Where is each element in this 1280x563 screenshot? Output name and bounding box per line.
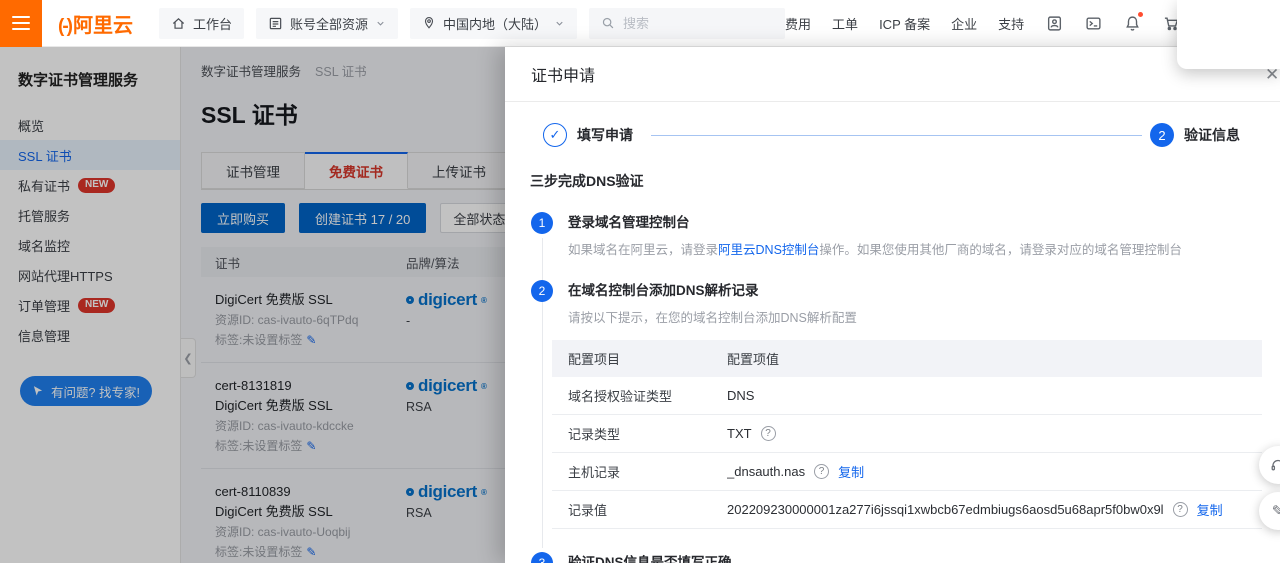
- wizard-steps: ✓ 填写申请 2 验证信息: [543, 123, 1250, 147]
- copy-record-value-link[interactable]: 复制: [1197, 500, 1223, 519]
- search-icon: [602, 17, 614, 29]
- verify-type-value: DNS: [727, 388, 755, 403]
- nav-link-support[interactable]: 支持: [998, 14, 1024, 33]
- headset-icon: [1271, 459, 1280, 471]
- help-icon[interactable]: ?: [814, 464, 830, 479]
- cert-application-drawer: 证书申请 ✕ ✓ 填写申请 2 验证信息 三步完成DNS验证 1 登录域名管理控…: [505, 47, 1280, 563]
- dns-step-3: 3 验证DNS信息是否填写正确: [531, 552, 1280, 563]
- nav-link-billing[interactable]: 费用: [785, 14, 811, 33]
- wizard-step1-label: 填写申请: [577, 127, 633, 143]
- dns-console-link[interactable]: 阿里云DNS控制台: [718, 243, 819, 257]
- account-scope-label: 账号全部资源: [290, 16, 369, 32]
- global-search-box[interactable]: [589, 7, 786, 39]
- record-value-value: 202209230000001za277i6jssqi1xwbcb67edmbi…: [727, 502, 1164, 517]
- config-row-record-type: 记录类型 TXT ?: [552, 415, 1262, 453]
- workbench-button[interactable]: 工作台: [158, 7, 244, 39]
- resource-group-icon: [269, 17, 282, 29]
- step-3-number: 3: [531, 552, 553, 563]
- wizard-step2-label: 验证信息: [1184, 127, 1240, 143]
- step-1-description: 如果域名在阿里云，请登录阿里云DNS控制台操作。如果您使用其他厂商的域名，请登录…: [568, 243, 1182, 257]
- drawer-header: 证书申请 ✕: [505, 47, 1280, 102]
- nav-link-icp[interactable]: ICP 备案: [879, 14, 930, 33]
- region-label: 中国内地（大陆）: [443, 16, 548, 32]
- config-row-verify-type: 域名授权验证类型 DNS: [552, 377, 1262, 415]
- step-2-description: 请按以下提示，在您的域名控制台添加DNS解析配置: [568, 311, 857, 325]
- home-icon: [172, 17, 185, 29]
- notification-badge-dot: [1138, 12, 1144, 17]
- dns-verify-section-title: 三步完成DNS验证: [530, 173, 644, 189]
- pencil-icon: ✎: [1271, 503, 1280, 520]
- col-config-item: 配置项目: [568, 352, 621, 367]
- step-3-title: 验证DNS信息是否填写正确: [568, 555, 732, 563]
- col-config-value: 配置项值: [727, 352, 780, 367]
- config-table-header: 配置项目 配置项值: [552, 340, 1262, 377]
- nav-link-tickets[interactable]: 工单: [832, 14, 858, 33]
- region-select[interactable]: 中国内地（大陆）: [410, 7, 578, 39]
- workbench-label: 工作台: [192, 16, 232, 32]
- aliyun-logo-mark: (-): [58, 15, 73, 37]
- help-icon[interactable]: ?: [1172, 502, 1188, 517]
- top-right-popup: [1177, 0, 1280, 69]
- help-icon[interactable]: ?: [760, 426, 776, 441]
- top-navbar: (-) 阿里云 工作台 账号全部资源 中国内地（大陆） 费用 工单 ICP 备案…: [0, 0, 1280, 47]
- config-row-host-record: 主机记录 _dnsauth.nas ? 复制: [552, 453, 1262, 491]
- host-record-value: _dnsauth.nas: [727, 464, 806, 479]
- wizard-step2-number: 2: [1150, 123, 1174, 147]
- step-1-title: 登录域名管理控制台: [568, 215, 690, 230]
- dns-step-2: 2 在域名控制台添加DNS解析记录 请按以下提示，在您的域名控制台添加DNS解析…: [531, 280, 1280, 531]
- dns-step-list: 1 登录域名管理控制台 如果域名在阿里云，请登录阿里云DNS控制台操作。如果您使…: [531, 212, 1280, 563]
- chevron-down-icon: [556, 21, 563, 26]
- nav-link-enterprise[interactable]: 企业: [951, 14, 977, 33]
- dns-step-1: 1 登录域名管理控制台 如果域名在阿里云，请登录阿里云DNS控制台操作。如果您使…: [531, 212, 1280, 259]
- chevron-down-icon: [377, 21, 384, 26]
- step-1-number: 1: [531, 212, 553, 234]
- notification-icon[interactable]: [1123, 12, 1144, 32]
- aliyun-logo-text: 阿里云: [72, 14, 133, 37]
- copy-host-record-link[interactable]: 复制: [838, 462, 864, 481]
- step-2-title: 在域名控制台添加DNS解析记录: [568, 283, 759, 298]
- record-type-value: TXT: [727, 426, 752, 441]
- config-row-record-value: 记录值 202209230000001za277i6jssqi1xwbcb67e…: [552, 491, 1262, 529]
- drawer-title: 证书申请: [531, 68, 596, 85]
- location-pin-icon: [424, 17, 434, 29]
- aliyun-logo[interactable]: (-) 阿里云: [58, 9, 133, 38]
- dns-config-table: 配置项目 配置项值 域名授权验证类型 DNS 记录类型 TXT ? 主机记录 _…: [552, 340, 1262, 529]
- account-scope-select[interactable]: 账号全部资源: [256, 7, 399, 39]
- wizard-step1-done-icon: ✓: [543, 123, 567, 147]
- cloudshell-icon[interactable]: [1084, 14, 1102, 32]
- hamburger-menu-button[interactable]: [0, 0, 42, 47]
- aliyun-console-page: (-) 阿里云 工作台 账号全部资源 中国内地（大陆） 费用 工单 ICP 备案…: [0, 0, 1280, 563]
- search-input[interactable]: [623, 15, 774, 31]
- step-2-number: 2: [531, 280, 553, 302]
- wizard-connector-line: [651, 134, 1142, 136]
- contact-icon[interactable]: [1045, 14, 1063, 32]
